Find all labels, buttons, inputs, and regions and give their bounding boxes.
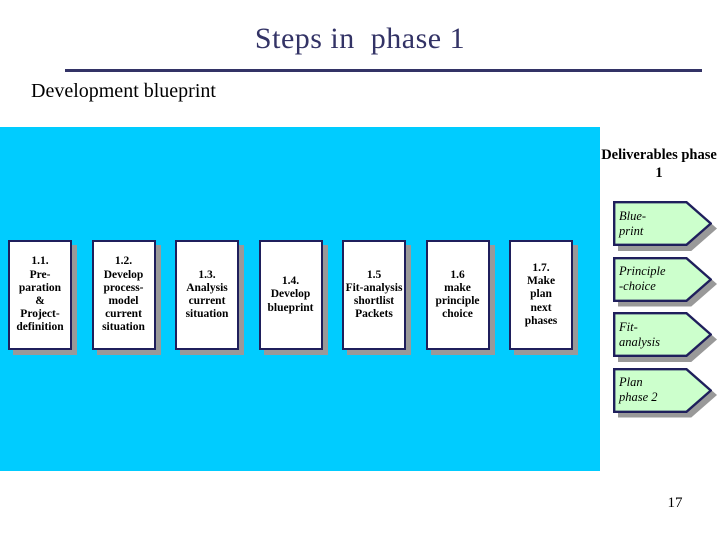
process-step-box[interactable]: 1.4. Develop blueprint: [258, 240, 323, 350]
page-title: Steps in phase 1: [254, 22, 466, 55]
deliverable-arrow-label: Fit- analysis: [619, 319, 660, 349]
deliverable-arrow[interactable]: Principle -choice: [613, 256, 717, 307]
deliverable-arrow[interactable]: Plan phase 2: [613, 367, 717, 418]
page-number: 17: [667, 495, 683, 511]
deliverable-arrow[interactable]: Fit- analysis: [613, 312, 717, 362]
process-step-label: 1.6 make principle choice: [435, 268, 480, 321]
title-divider: [65, 69, 702, 72]
process-step-box[interactable]: 1.1. Pre- paration & Project- definition: [8, 240, 72, 350]
process-step-box[interactable]: 1.6 make principle choice: [425, 240, 490, 350]
process-step-box[interactable]: 1.7. Make plan next phases: [509, 240, 573, 350]
process-step-label: 1.5 Fit-analysis shortlist Packets: [345, 268, 403, 321]
process-step-label: 1.3. Analysis current situation: [185, 268, 229, 321]
deliverable-arrow-label: Plan phase 2: [619, 375, 658, 404]
process-step-label: 1.2. Develop process- model current situ…: [102, 255, 145, 334]
deliverable-arrow[interactable]: Blue- print: [613, 201, 717, 251]
process-step-box[interactable]: 1.2. Develop process- model current situ…: [91, 240, 156, 350]
process-step-label: 1.7. Make plan next phases: [524, 261, 558, 327]
process-step-label: 1.1. Pre- paration & Project- definition: [16, 255, 64, 334]
process-step-box[interactable]: 1.3. Analysis current situation: [175, 240, 239, 350]
deliverables-heading: Deliverables phase 1: [601, 147, 717, 181]
slide-subtitle: Development blueprint: [31, 80, 216, 102]
process-step-box[interactable]: 1.5 Fit-analysis shortlist Packets: [342, 240, 406, 350]
process-step-label: 1.4. Develop blueprint: [267, 275, 314, 314]
deliverable-arrow-label: Blue- print: [619, 208, 647, 238]
deliverable-arrow-label: Principle -choice: [619, 264, 666, 293]
